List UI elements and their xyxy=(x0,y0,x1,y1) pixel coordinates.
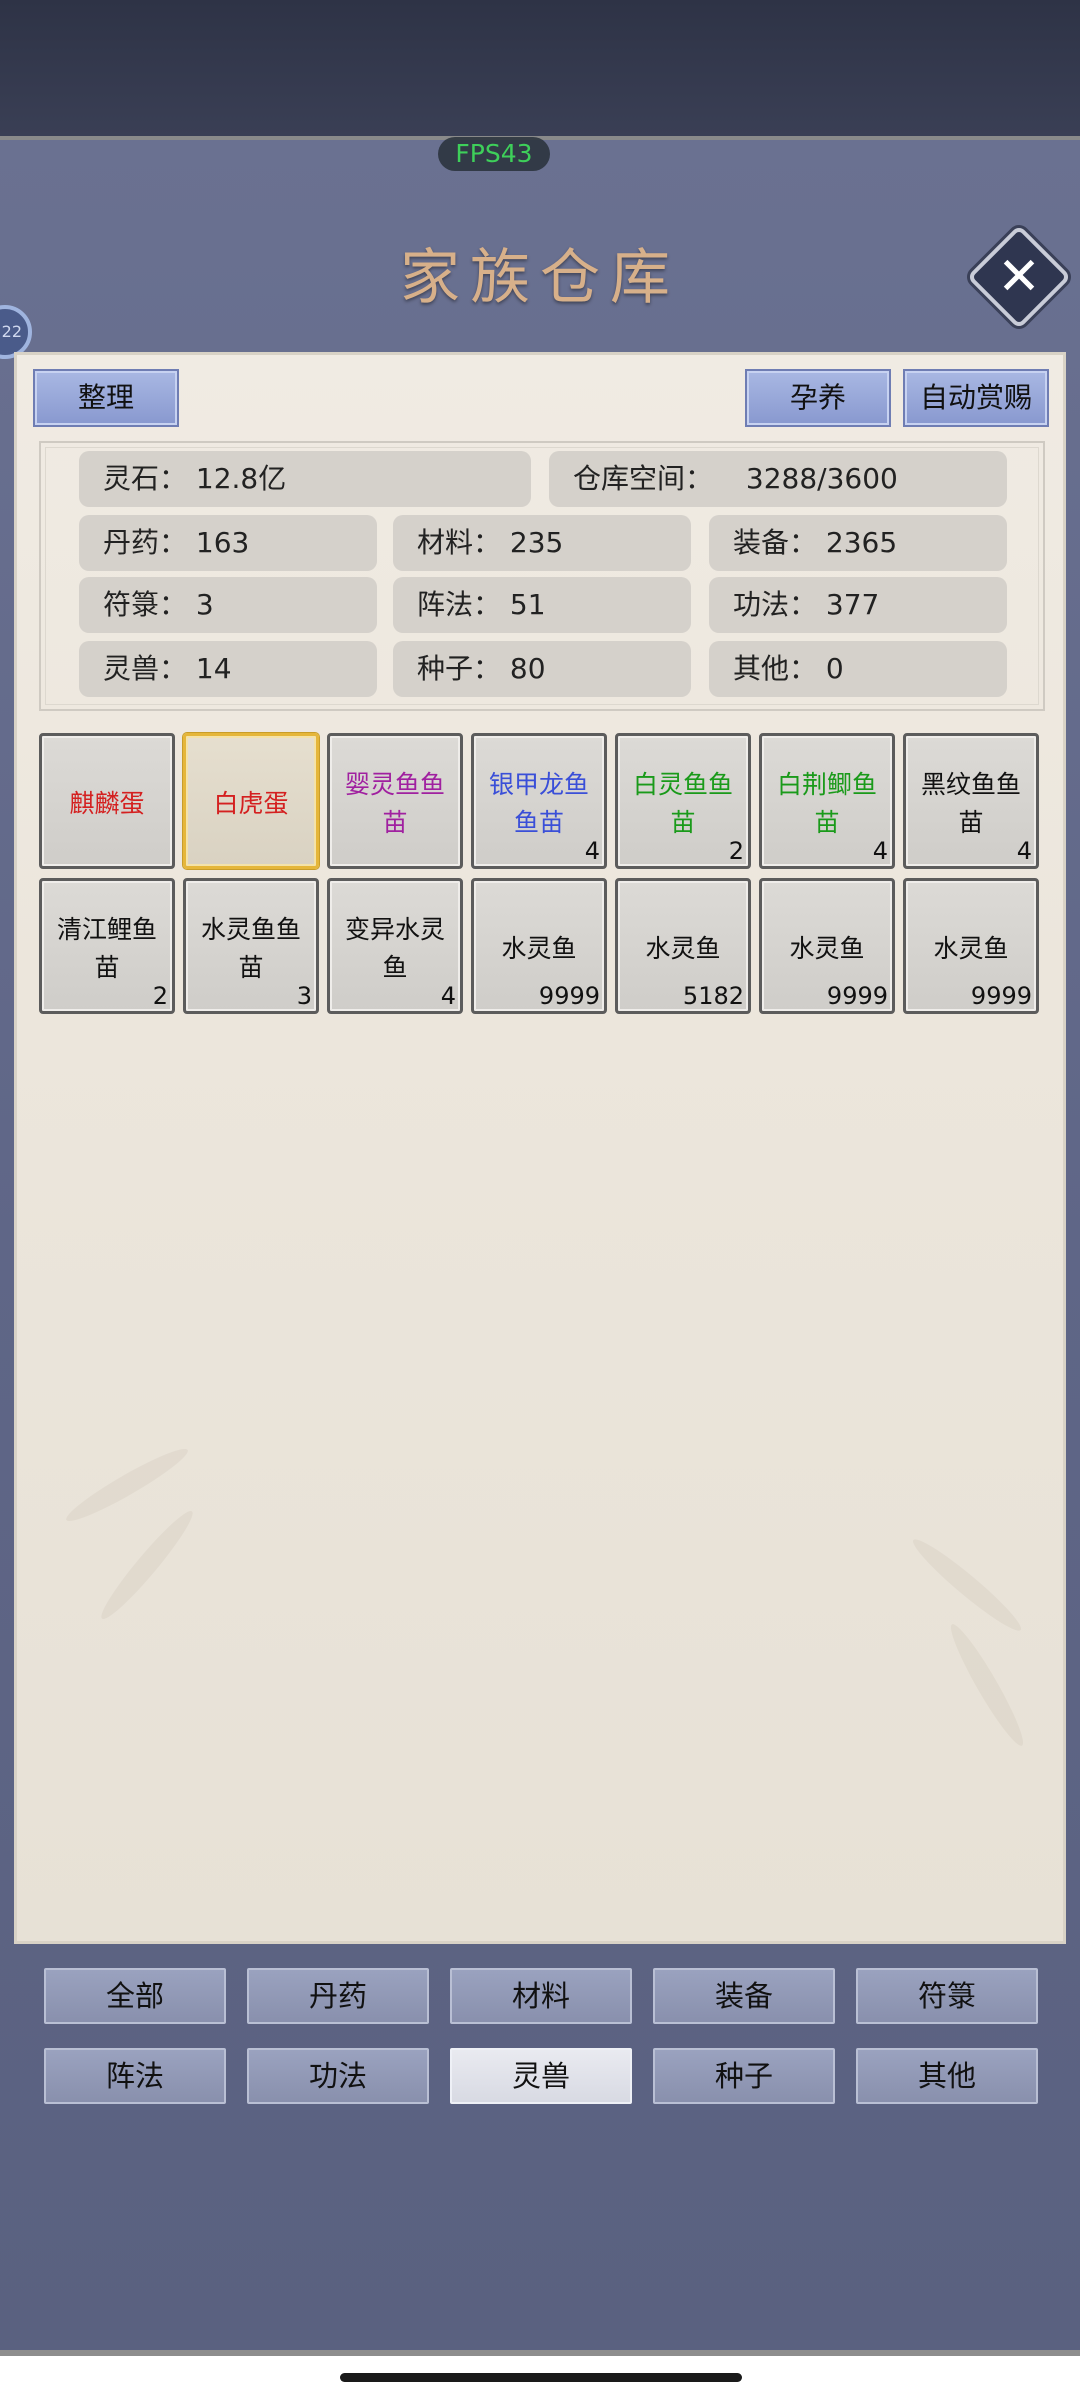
auto-reward-button[interactable]: 自动赏赐 xyxy=(903,369,1049,427)
stat-materials: 材料： 235 xyxy=(393,515,691,571)
item-name: 麒麟蛋 xyxy=(69,789,145,818)
stat-talismans: 符箓： 3 xyxy=(79,577,377,633)
tab-9[interactable]: 其他 xyxy=(856,2048,1038,2104)
tab-4[interactable]: 符箓 xyxy=(856,1968,1038,2024)
item-slot[interactable]: 清江鲤鱼苗 2 xyxy=(39,878,175,1014)
tab-6[interactable]: 功法 xyxy=(247,2048,429,2104)
item-name: 白荆鲫鱼苗 xyxy=(776,770,877,837)
warehouse-panel: 整理 孕养 自动赏赐 灵石： 12.8亿 仓库空间： 3288/3600 丹药：… xyxy=(14,352,1066,1944)
item-count: 3 xyxy=(296,982,312,1010)
item-slot[interactable]: 水灵鱼 9999 xyxy=(903,878,1039,1014)
item-name: 水灵鱼 xyxy=(501,934,577,963)
item-name: 婴灵鱼鱼苗 xyxy=(344,770,445,837)
item-count: 9999 xyxy=(538,982,600,1010)
item-count: 9999 xyxy=(970,982,1032,1010)
bamboo-leaf-decoration xyxy=(943,1619,1031,1751)
stat-beasts: 灵兽： 14 xyxy=(79,641,377,697)
item-count: 2 xyxy=(728,837,744,865)
stat-formations: 阵法： 51 xyxy=(393,577,691,633)
item-name: 水灵鱼鱼苗 xyxy=(200,915,301,982)
page-title: 家族仓库 xyxy=(400,243,680,313)
tab-3[interactable]: 装备 xyxy=(653,1968,835,2024)
stat-capacity-label: 仓库空间： xyxy=(573,462,714,495)
stat-seeds: 种子： 80 xyxy=(393,641,691,697)
item-name: 水灵鱼 xyxy=(789,934,865,963)
item-slot[interactable]: 白荆鲫鱼苗 4 xyxy=(759,733,895,869)
item-slot[interactable]: 银甲龙鱼鱼苗 4 xyxy=(471,733,607,869)
item-count: 4 xyxy=(1016,837,1032,865)
item-count: 2 xyxy=(152,982,168,1010)
item-count: 4 xyxy=(584,837,600,865)
item-slot[interactable]: 水灵鱼 5182 xyxy=(615,878,751,1014)
stat-others: 其他： 0 xyxy=(709,641,1007,697)
item-count: 9999 xyxy=(826,982,888,1010)
home-indicator[interactable] xyxy=(340,2373,742,2382)
stat-spirit-stone: 灵石： 12.8亿 xyxy=(79,451,531,507)
close-icon: ✕ xyxy=(997,247,1041,307)
stat-pills: 丹药： 163 xyxy=(79,515,377,571)
item-count: 4 xyxy=(872,837,888,865)
item-name: 黑纹鱼鱼苗 xyxy=(920,770,1021,837)
stat-techniques: 功法： 377 xyxy=(709,577,1007,633)
breed-button[interactable]: 孕养 xyxy=(745,369,891,427)
item-slot[interactable]: 黑纹鱼鱼苗 4 xyxy=(903,733,1039,869)
tab-7[interactable]: 灵兽 xyxy=(450,2048,632,2104)
item-slot[interactable]: 变异水灵鱼 4 xyxy=(327,878,463,1014)
tab-2[interactable]: 材料 xyxy=(450,1968,632,2024)
item-name: 白灵鱼鱼苗 xyxy=(632,770,733,837)
item-slot[interactable]: 麒麟蛋 xyxy=(39,733,175,869)
item-name: 水灵鱼 xyxy=(645,934,721,963)
stat-capacity: 仓库空间： 3288/3600 xyxy=(549,451,1007,507)
item-slot[interactable]: 水灵鱼 9999 xyxy=(759,878,895,1014)
tab-1[interactable]: 丹药 xyxy=(247,1968,429,2024)
fps-counter: FPS43 xyxy=(438,137,550,171)
bamboo-leaf-decoration xyxy=(906,1532,1028,1638)
tab-0[interactable]: 全部 xyxy=(44,1968,226,2024)
item-slot[interactable]: 水灵鱼鱼苗 3 xyxy=(183,878,319,1014)
bamboo-leaf-decoration xyxy=(94,1504,200,1626)
item-name: 变异水灵鱼 xyxy=(344,915,445,982)
tab-8[interactable]: 种子 xyxy=(653,2048,835,2104)
item-slot[interactable]: 水灵鱼 9999 xyxy=(471,878,607,1014)
item-name: 银甲龙鱼鱼苗 xyxy=(488,770,589,837)
item-slot[interactable]: 婴灵鱼鱼苗 xyxy=(327,733,463,869)
sort-button[interactable]: 整理 xyxy=(33,369,179,427)
item-name: 白虎蛋 xyxy=(213,789,289,818)
bamboo-leaf-decoration xyxy=(61,1441,193,1529)
item-slot[interactable]: 白虎蛋 xyxy=(183,733,319,869)
stat-equipment: 装备： 2365 xyxy=(709,515,1007,571)
item-count: 4 xyxy=(440,982,456,1010)
stat-capacity-value: 3288/3600 xyxy=(745,462,898,495)
status-bar-area xyxy=(0,0,1080,140)
item-name: 水灵鱼 xyxy=(933,934,1009,963)
item-slot[interactable]: 白灵鱼鱼苗 2 xyxy=(615,733,751,869)
item-count: 5182 xyxy=(682,982,744,1010)
tab-5[interactable]: 阵法 xyxy=(44,2048,226,2104)
item-name: 清江鲤鱼苗 xyxy=(56,915,157,982)
stats-box: 灵石： 12.8亿 仓库空间： 3288/3600 丹药： 163 材料： 23… xyxy=(39,441,1045,711)
